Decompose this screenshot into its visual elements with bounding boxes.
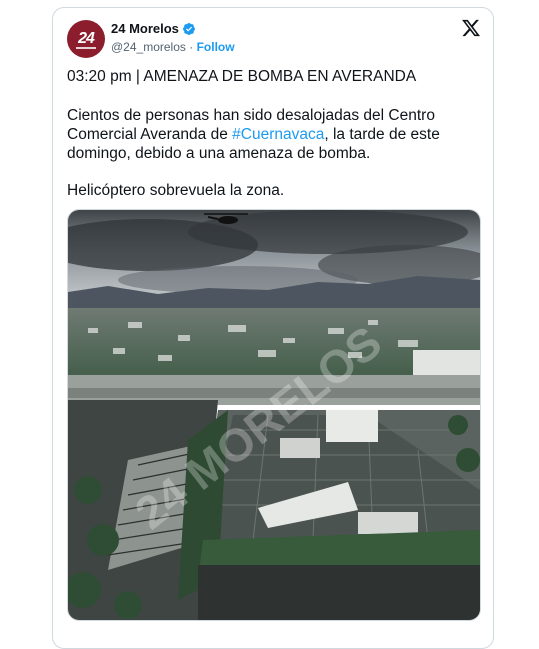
follow-button[interactable]: Follow	[197, 40, 235, 54]
aerial-photo: 24 MORELOS	[68, 210, 480, 620]
post-body: Cientos de personas han sido desalojadas…	[67, 106, 482, 163]
avatar-text: 24	[78, 30, 95, 47]
post-card[interactable]: 24 24 Morelos @24_morelos · Follow 03:20…	[52, 7, 494, 649]
handle-row: @24_morelos · Follow	[111, 40, 235, 54]
avatar[interactable]: 24	[67, 20, 105, 58]
separator-dot: ·	[189, 40, 194, 54]
author-name[interactable]: 24 Morelos	[111, 21, 179, 36]
post-headline: 03:20 pm | AMENAZA DE BOMBA EN AVERANDA	[67, 68, 417, 85]
post-body-2: Helicóptero sobrevuela la zona.	[67, 182, 285, 199]
post-photo[interactable]: 24 MORELOS	[67, 209, 481, 621]
author-name-row: 24 Morelos	[111, 21, 196, 36]
hashtag-link[interactable]: #Cuernavaca	[232, 126, 324, 143]
verified-badge-icon	[182, 22, 195, 35]
author-handle[interactable]: @24_morelos	[111, 40, 186, 54]
x-logo-icon[interactable]	[461, 18, 481, 38]
